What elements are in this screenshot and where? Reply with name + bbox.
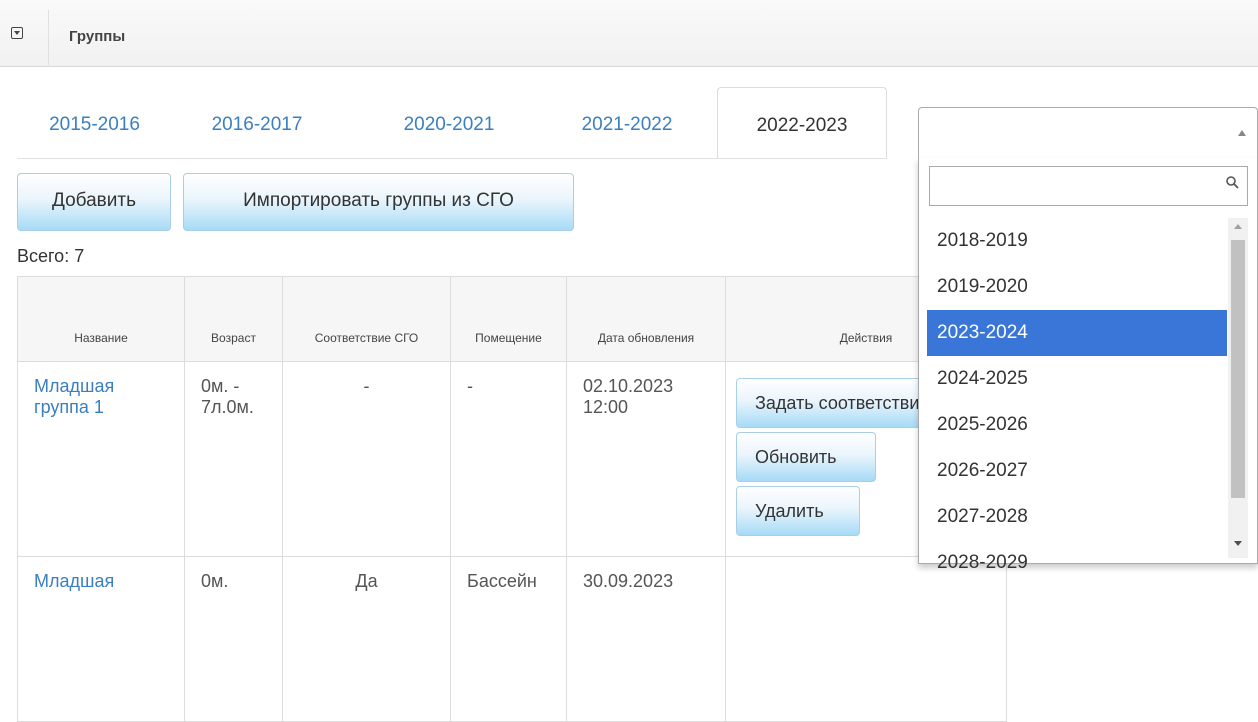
column-header-name[interactable]: Название <box>17 276 185 362</box>
tabs-divider <box>17 158 887 159</box>
group-age: 0м. - 7л.0м. <box>184 361 283 557</box>
year-option-2018-2019[interactable]: 2018-2019 <box>927 218 1227 264</box>
group-name-link[interactable]: Младшая группа 1 <box>17 361 185 557</box>
group-room: - <box>450 361 567 557</box>
dropdown-scrollbar[interactable] <box>1228 218 1248 558</box>
year-option-2026-2027[interactable]: 2026-2027 <box>927 448 1227 494</box>
total-count: Всего: 7 <box>17 246 85 266</box>
refresh-button[interactable]: Обновить <box>736 432 876 482</box>
scrollbar-thumb[interactable] <box>1231 240 1245 498</box>
groups-table: Название Возраст Соответствие СГО Помеще… <box>17 276 1007 722</box>
year-option-2025-2026[interactable]: 2025-2026 <box>927 402 1227 448</box>
delete-button[interactable]: Удалить <box>736 486 860 536</box>
year-option-2019-2020[interactable]: 2019-2020 <box>927 264 1227 310</box>
panel-title: Группы <box>69 28 126 45</box>
tab-2021-2022[interactable]: 2021-2022 <box>547 87 707 159</box>
chevron-up-icon <box>1238 130 1246 136</box>
scroll-up-icon[interactable] <box>1234 224 1242 229</box>
group-updated: 02.10.2023 12:00 <box>566 361 726 557</box>
import-groups-button[interactable]: Импортировать группы из СГО <box>183 173 574 231</box>
collapse-toggle-button[interactable] <box>0 10 49 65</box>
column-header-age[interactable]: Возраст <box>184 276 283 362</box>
year-select[interactable] <box>918 107 1258 159</box>
group-room: Бассейн <box>450 556 567 722</box>
chevron-down-icon <box>11 27 23 39</box>
group-updated: 30.09.2023 <box>566 556 726 722</box>
year-search-input[interactable] <box>930 167 1220 205</box>
column-header-updated[interactable]: Дата обновления <box>566 276 726 362</box>
scroll-down-icon[interactable] <box>1234 541 1242 546</box>
year-options-list: 2018-2019 2019-2020 2023-2024 2024-2025 … <box>927 218 1227 570</box>
year-search-field[interactable] <box>929 166 1248 206</box>
tab-2020-2021[interactable]: 2020-2021 <box>369 87 529 159</box>
tab-2022-2023[interactable]: 2022-2023 <box>717 87 887 159</box>
group-sgo: Да <box>282 556 451 722</box>
table-header-row: Название Возраст Соответствие СГО Помеще… <box>17 276 1007 362</box>
year-option-2027-2028[interactable]: 2027-2028 <box>927 494 1227 540</box>
group-name-link[interactable]: Младшая <box>17 556 185 722</box>
table-row: Младшая 0м. Да Бассейн 30.09.2023 <box>17 556 1007 722</box>
group-sgo: - <box>282 361 451 557</box>
tab-2015-2016[interactable]: 2015-2016 <box>17 87 172 159</box>
year-option-2023-2024[interactable]: 2023-2024 <box>927 310 1227 356</box>
add-button[interactable]: Добавить <box>17 173 171 231</box>
panel-header: Группы <box>0 0 1258 67</box>
year-option-2024-2025[interactable]: 2024-2025 <box>927 356 1227 402</box>
search-icon <box>1226 176 1239 189</box>
year-select-dropdown: 2018-2019 2019-2020 2023-2024 2024-2025 … <box>918 158 1258 570</box>
tab-2016-2017[interactable]: 2016-2017 <box>177 87 337 159</box>
column-header-sgo[interactable]: Соответствие СГО <box>282 276 451 362</box>
group-age: 0м. <box>184 556 283 722</box>
group-actions <box>725 556 1007 722</box>
column-header-room[interactable]: Помещение <box>450 276 567 362</box>
year-option-2028-2029[interactable]: 2028-2029 <box>927 540 1227 570</box>
table-row: Младшая группа 1 0м. - 7л.0м. - - 02.10.… <box>17 361 1007 557</box>
